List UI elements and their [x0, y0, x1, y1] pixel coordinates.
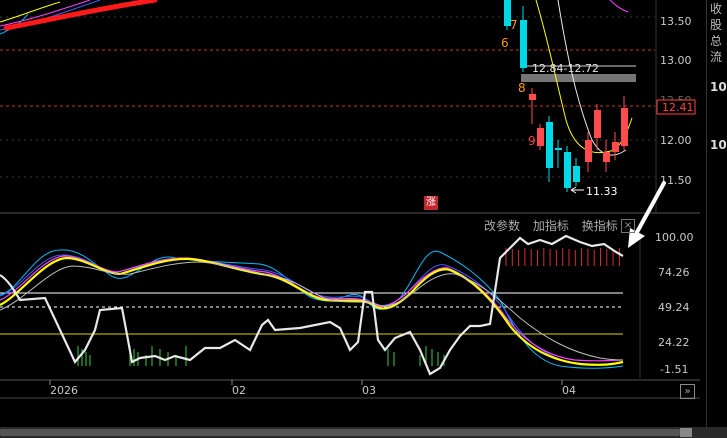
candle-body [564, 152, 571, 188]
signal-number: 9 [528, 134, 536, 148]
close-icon[interactable]: × [621, 219, 635, 233]
scrollbar-handle[interactable] [680, 428, 692, 437]
add-indicator-button[interactable]: 加指标 [533, 219, 569, 233]
candle-body [555, 148, 562, 150]
indicator-tick: 24.22 [658, 336, 690, 349]
info-line: 收 [710, 2, 723, 16]
candle-body [603, 152, 610, 162]
candle-body [520, 20, 527, 68]
candle-body [621, 108, 628, 146]
scroll-right-button[interactable]: » [680, 384, 695, 399]
indicator-tick: -1.51 [660, 363, 688, 376]
signal-number: 6 [501, 36, 509, 50]
candles [504, 0, 628, 192]
signal-number: 8 [518, 81, 526, 95]
limit-up-badge[interactable]: 涨 [424, 196, 438, 210]
indicator-axis: 100.00 74.26 49.24 24.22 -1.51 [655, 231, 694, 376]
price-tick: 13.50 [660, 15, 692, 28]
indicator-tick: 49.24 [658, 301, 690, 314]
candle-body [594, 110, 601, 138]
switch-indicator-button[interactable]: 换指标 [582, 219, 618, 233]
time-label: 02 [232, 384, 246, 397]
indicator-toolbar: 改参数 加指标 换指标 [484, 217, 627, 233]
info-line: 流 [710, 50, 723, 64]
price-axis: 13.50 13.00 12.50 12.00 11.50 12.41 [656, 15, 696, 187]
price-tick: 13.00 [660, 54, 692, 67]
indicator-panel: 100.00 74.26 49.24 24.22 -1.51 [0, 181, 694, 378]
right-info-panel: 收 股 总 流 10 10 [706, 0, 727, 438]
info-line: 10 [710, 80, 727, 94]
signal-bars-red [505, 248, 620, 266]
info-line: 10 [710, 138, 727, 152]
info-line: 股 [710, 18, 723, 32]
indicator-tick: 74.26 [658, 266, 690, 279]
candle-body [529, 94, 536, 100]
change-params-button[interactable]: 改参数 [484, 219, 520, 233]
range-label: 12.84-12.72 [532, 62, 599, 75]
horizontal-scrollbar-thumb[interactable] [0, 429, 680, 436]
candle-body [573, 166, 580, 182]
indicator-line-yellow [0, 256, 624, 366]
time-axis: 2026 02 03 04 [0, 379, 700, 399]
indicator-tick: 100.00 [655, 231, 694, 244]
candle-body [612, 142, 619, 152]
low-label: 11.33 [586, 185, 618, 198]
low-arrow-icon [570, 186, 584, 194]
time-label: 2026 [50, 384, 78, 397]
indicator-line-cyan [0, 249, 624, 369]
price-panel: 7 6 8 9 12.84-12.72 11.33 13.50 13.00 12… [0, 0, 700, 214]
red-trend-line [3, 0, 158, 31]
candle-body [537, 128, 544, 146]
signal-bars-green [77, 346, 445, 366]
price-range-band [521, 74, 636, 82]
time-label: 04 [562, 384, 576, 397]
current-price: 12.41 [662, 101, 694, 114]
candle-body [546, 122, 553, 168]
signal-number: 7 [510, 18, 518, 32]
time-label: 03 [362, 384, 376, 397]
indicator-line-white-bold [0, 234, 624, 376]
candle-body [585, 140, 592, 162]
info-line: 总 [710, 34, 723, 48]
price-tick: 12.00 [660, 134, 692, 147]
